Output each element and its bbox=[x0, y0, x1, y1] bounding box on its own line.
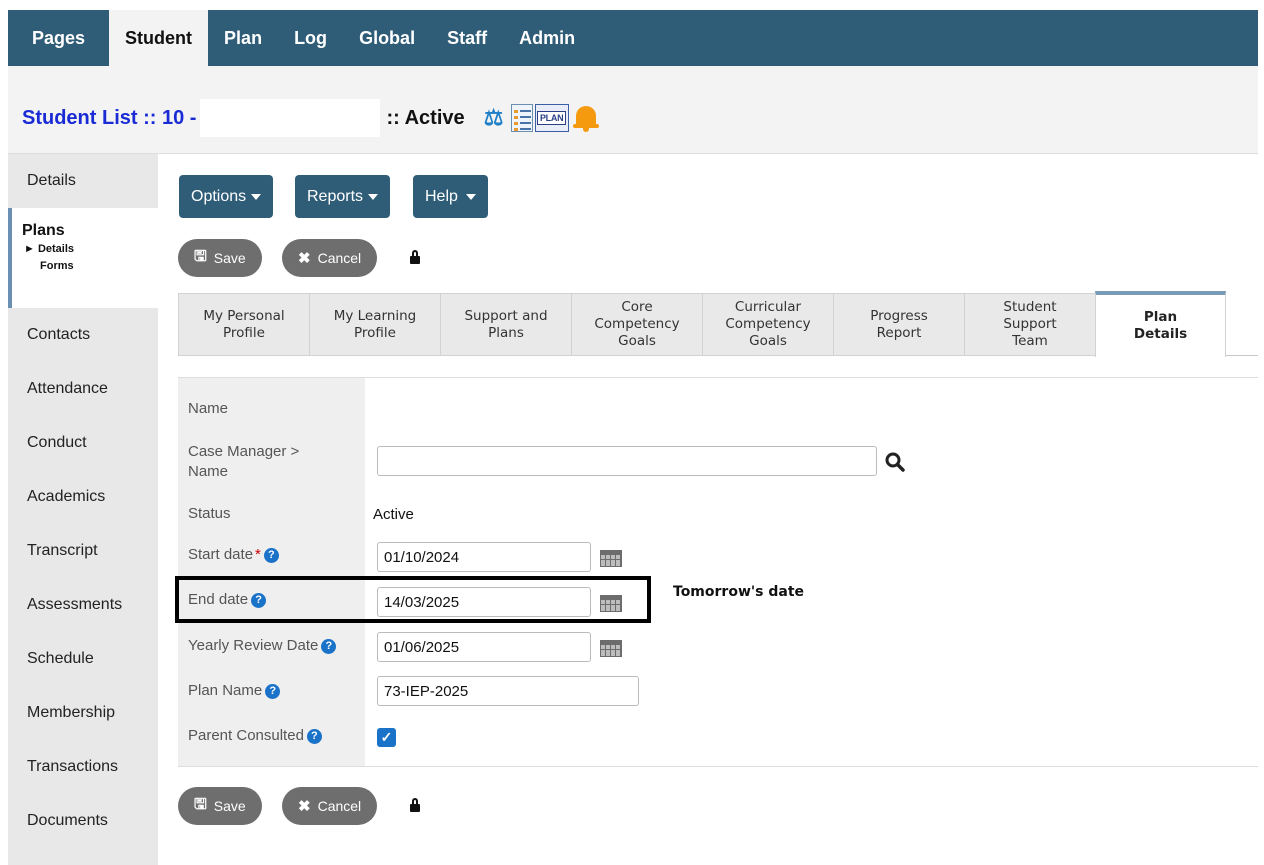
nav-tab-student[interactable]: Student bbox=[109, 10, 209, 66]
cancel-button-top[interactable]: ✖ Cancel bbox=[282, 239, 378, 277]
cancel-button-bottom[interactable]: ✖ Cancel bbox=[282, 787, 378, 825]
case-manager-input[interactable] bbox=[377, 446, 877, 476]
plan-name-input[interactable]: 73-IEP-2025 bbox=[377, 676, 639, 706]
nav-tab-global[interactable]: Global bbox=[343, 10, 431, 66]
status-value: Active bbox=[373, 506, 414, 523]
tab-my-personal-profile[interactable]: My Personal Profile bbox=[178, 293, 310, 356]
sidebar-item-conduct[interactable]: Conduct bbox=[8, 416, 158, 470]
sidebar: Details Plans ► Details Forms Contacts A… bbox=[8, 154, 158, 865]
floppy-disk-icon: 🖫 bbox=[194, 795, 207, 813]
nav-tab-pages[interactable]: Pages bbox=[8, 10, 109, 66]
caret-down-icon bbox=[368, 193, 379, 200]
sidebar-item-schedule[interactable]: Schedule bbox=[8, 632, 158, 686]
help-dropdown[interactable]: Help bbox=[413, 175, 488, 218]
tab-plan-details[interactable]: Plan Details bbox=[1095, 291, 1226, 357]
redacted-student-name bbox=[200, 99, 381, 137]
status-label: Status bbox=[188, 505, 231, 522]
start-date-input[interactable]: 01/10/2024 bbox=[377, 542, 591, 572]
page-title: Student List :: 10 - :: Active ⚖ PLAN bbox=[22, 99, 601, 137]
lock-icon bbox=[410, 798, 420, 812]
sidebar-subitem-details[interactable]: ► Details bbox=[22, 243, 158, 255]
bell-icon[interactable] bbox=[571, 103, 601, 133]
title-bar: Student List :: 10 - :: Active ⚖ PLAN bbox=[8, 66, 1258, 154]
save-label: Save bbox=[213, 250, 246, 266]
sidebar-item-documents[interactable]: Documents bbox=[8, 794, 158, 848]
sidebar-item-transcript[interactable]: Transcript bbox=[8, 524, 158, 578]
close-icon: ✖ bbox=[298, 250, 311, 267]
plan-details-form: Name Case Manager > Name Status Active St… bbox=[178, 377, 1258, 767]
sidebar-item-assessments[interactable]: Assessments bbox=[8, 578, 158, 632]
sidebar-item-attendance[interactable]: Attendance bbox=[8, 362, 158, 416]
nav-tab-staff[interactable]: Staff bbox=[431, 10, 503, 66]
scale-icon[interactable]: ⚖ bbox=[479, 105, 509, 131]
reports-label: Reports bbox=[307, 187, 364, 205]
student-list-link[interactable]: Student List :: 10 - bbox=[22, 107, 196, 130]
yearly-review-date-input[interactable]: 01/06/2025 bbox=[377, 632, 591, 662]
nav-tab-admin[interactable]: Admin bbox=[503, 10, 591, 66]
plan-icon[interactable]: PLAN bbox=[534, 104, 569, 132]
save-label: Save bbox=[213, 798, 246, 814]
tab-support-and-plans[interactable]: Support and Plans bbox=[440, 293, 572, 356]
caret-down-icon bbox=[465, 193, 476, 200]
nav-tab-log[interactable]: Log bbox=[278, 10, 343, 66]
save-button-top[interactable]: 🖫 Save bbox=[178, 239, 262, 277]
calendar-icon[interactable] bbox=[600, 640, 622, 657]
sidebar-item-academics[interactable]: Academics bbox=[8, 470, 158, 524]
help-icon[interactable]: ? bbox=[321, 639, 337, 654]
help-icon[interactable]: ? bbox=[306, 729, 322, 744]
tab-student-support-team[interactable]: Student Support Team bbox=[964, 293, 1096, 356]
sidebar-item-transactions[interactable]: Transactions bbox=[8, 740, 158, 794]
tab-core-competency-goals[interactable]: Core Competency Goals bbox=[571, 293, 703, 356]
tab-my-learning-profile[interactable]: My Learning Profile bbox=[309, 293, 441, 356]
help-icon[interactable]: ? bbox=[265, 684, 281, 699]
sidebar-subitem-forms[interactable]: Forms bbox=[22, 260, 158, 272]
sidebar-plans-label: Plans bbox=[22, 222, 65, 239]
floppy-disk-icon: 🖫 bbox=[194, 247, 207, 265]
save-button-bottom[interactable]: 🖫 Save bbox=[178, 787, 262, 825]
search-icon[interactable] bbox=[884, 451, 906, 473]
options-dropdown[interactable]: Options bbox=[179, 175, 274, 218]
plan-tabs: My Personal Profile My Learning Profile Su… bbox=[178, 291, 1258, 357]
close-icon: ✖ bbox=[298, 798, 311, 815]
title-icons: ⚖ PLAN bbox=[479, 103, 601, 133]
form-label-column bbox=[178, 378, 365, 766]
sidebar-item-plans[interactable]: Plans ► Details Forms bbox=[8, 208, 158, 308]
tab-curricular-competency-goals[interactable]: Curricular Competency Goals bbox=[702, 293, 834, 356]
sidebar-item-membership[interactable]: Membership bbox=[8, 686, 158, 740]
calendar-icon[interactable] bbox=[600, 550, 622, 567]
tab-progress-report[interactable]: Progress Report bbox=[833, 293, 965, 356]
help-label: Help bbox=[425, 187, 458, 205]
name-label: Name bbox=[188, 400, 229, 417]
parent-consulted-label: Parent Consulted? bbox=[188, 727, 322, 744]
end-date-highlight-box bbox=[175, 576, 651, 623]
parent-consulted-checkbox[interactable]: ✓ bbox=[377, 728, 396, 747]
top-nav: Pages Student Plan Log Global Staff Admi… bbox=[8, 10, 1258, 66]
sidebar-item-details[interactable]: Details bbox=[8, 154, 158, 208]
sidebar-item-contacts[interactable]: Contacts bbox=[8, 308, 158, 362]
plan-name-label: Plan Name? bbox=[188, 682, 281, 699]
document-list-icon[interactable] bbox=[510, 104, 533, 132]
start-date-label: Start date *? bbox=[188, 546, 279, 563]
annotation-note: Tomorrow's date bbox=[673, 584, 805, 600]
yearly-review-date-label: Yearly Review Date? bbox=[188, 637, 337, 654]
student-status: :: Active bbox=[386, 106, 465, 129]
required-asterisk: * bbox=[255, 546, 261, 563]
caret-down-icon bbox=[251, 193, 262, 200]
cancel-label: Cancel bbox=[317, 250, 362, 266]
options-label: Options bbox=[191, 187, 247, 205]
plan-icon-text: PLAN bbox=[536, 111, 567, 125]
lock-icon bbox=[410, 250, 420, 264]
case-manager-label: Case Manager > Name bbox=[188, 443, 300, 480]
help-icon[interactable]: ? bbox=[263, 548, 279, 563]
reports-dropdown[interactable]: Reports bbox=[295, 175, 391, 218]
nav-tab-plan[interactable]: Plan bbox=[208, 10, 278, 66]
cancel-label: Cancel bbox=[317, 798, 362, 814]
